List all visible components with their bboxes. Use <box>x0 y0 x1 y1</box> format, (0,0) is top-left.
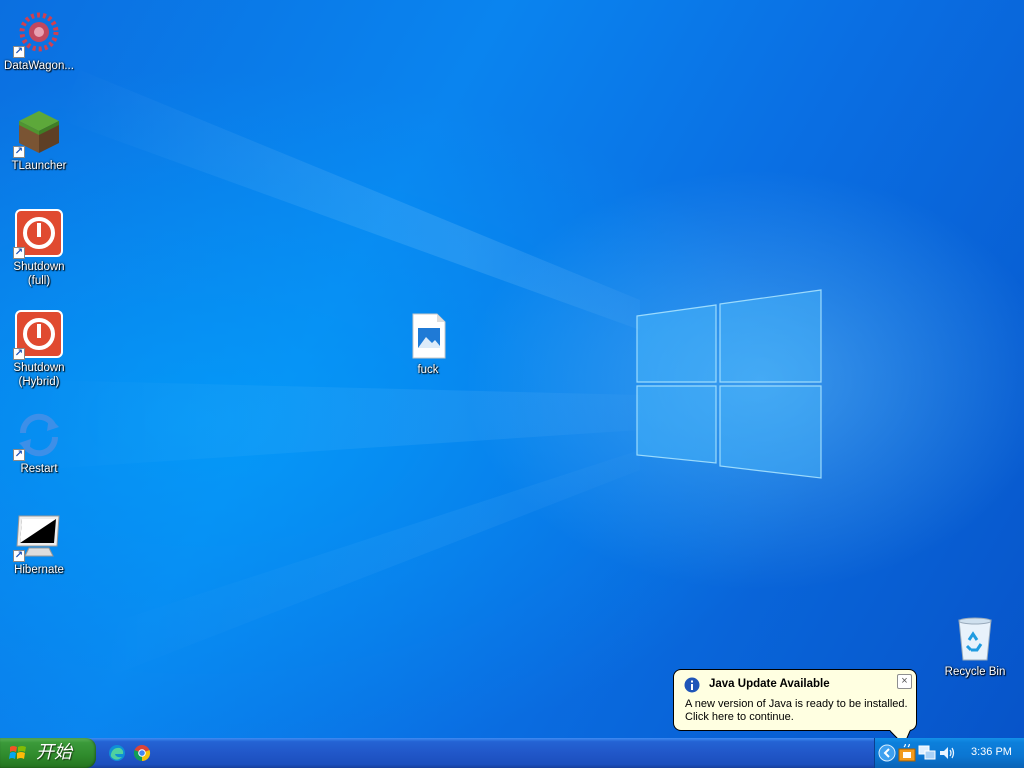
info-icon <box>684 677 700 693</box>
power-icon: ↗ <box>13 209 63 259</box>
java-update-icon[interactable] <box>898 744 916 762</box>
desktop-icon-restart[interactable]: ↗ Restart <box>0 411 78 476</box>
desktop-icon-image-file[interactable]: fuck <box>389 312 467 377</box>
desktop-icon-shutdown-hybrid[interactable]: ↗ Shutdown (Hybrid) <box>0 310 78 389</box>
desktop-icon-tlauncher[interactable]: ↗ TLauncher <box>0 108 78 173</box>
desktop-icon-label: Restart <box>20 463 58 475</box>
power-icon: ↗ <box>13 310 63 360</box>
network-icon[interactable] <box>918 744 936 762</box>
datawagon-gear-icon: ↗ <box>13 8 63 58</box>
shortcut-arrow-icon: ↗ <box>13 550 25 562</box>
start-label: 开始 <box>36 742 72 763</box>
balloon-title: Java Update Available <box>709 678 830 690</box>
desktop-icon-label: TLauncher <box>11 160 67 172</box>
desktop-icon-hibernate[interactable]: ↗ Hibernate <box>0 512 78 577</box>
shortcut-arrow-icon: ↗ <box>13 146 25 158</box>
balloon-body-line: Click here to continue. <box>685 711 794 723</box>
system-tray: 3:36 PM <box>874 738 1024 768</box>
clock[interactable]: 3:36 PM <box>971 746 1012 758</box>
taskbar: 开始 3:36 PM <box>0 738 1024 768</box>
java-update-balloon[interactable]: Java Update Available A new version of J… <box>673 669 917 746</box>
desktop-icon-datawagon[interactable]: ↗ DataWagon... <box>0 8 78 73</box>
recycle-bin-icon <box>951 614 999 662</box>
shortcut-arrow-icon: ↗ <box>13 348 25 360</box>
desktop-icon-shutdown-full[interactable]: ↗ Shutdown (full) <box>0 209 78 288</box>
edge-icon[interactable] <box>108 744 126 762</box>
show-hidden-chevron-icon[interactable] <box>878 744 896 762</box>
desktop-icon-label: Hibernate <box>14 564 64 576</box>
desktop: ↗ DataWagon... ↗ TLauncher ↗ Shutdown (f… <box>0 0 1024 738</box>
shortcut-arrow-icon: ↗ <box>13 449 25 461</box>
desktop-icon-recycle-bin[interactable]: Recycle Bin <box>936 614 1014 679</box>
shortcut-arrow-icon: ↗ <box>13 247 25 259</box>
balloon-body[interactable]: A new version of Java is ready to be ins… <box>685 698 910 724</box>
windows-flag-icon <box>9 746 26 759</box>
desktop-icon-label: Recycle Bin <box>944 666 1006 678</box>
desktop-icon-label: fuck <box>417 364 439 376</box>
restart-arrows-icon: ↗ <box>13 411 63 461</box>
desktop-icon-label: DataWagon... <box>4 60 74 72</box>
monitor-icon: ↗ <box>13 512 63 562</box>
windows-logo <box>636 289 822 479</box>
shortcut-arrow-icon: ↗ <box>13 46 25 58</box>
volume-icon[interactable] <box>938 744 956 762</box>
image-file-icon <box>404 312 452 360</box>
wallpaper-light-beams <box>30 70 822 680</box>
desktop-icon-label: Shutdown (full) <box>13 261 65 287</box>
chrome-icon[interactable] <box>133 744 151 762</box>
minecraft-grass-block-icon: ↗ <box>13 108 63 158</box>
close-icon[interactable]: × <box>897 674 912 689</box>
balloon-body-line: A new version of Java is ready to be ins… <box>685 698 908 710</box>
desktop-icon-label: Shutdown (Hybrid) <box>13 362 65 388</box>
start-button[interactable]: 开始 <box>0 738 96 768</box>
